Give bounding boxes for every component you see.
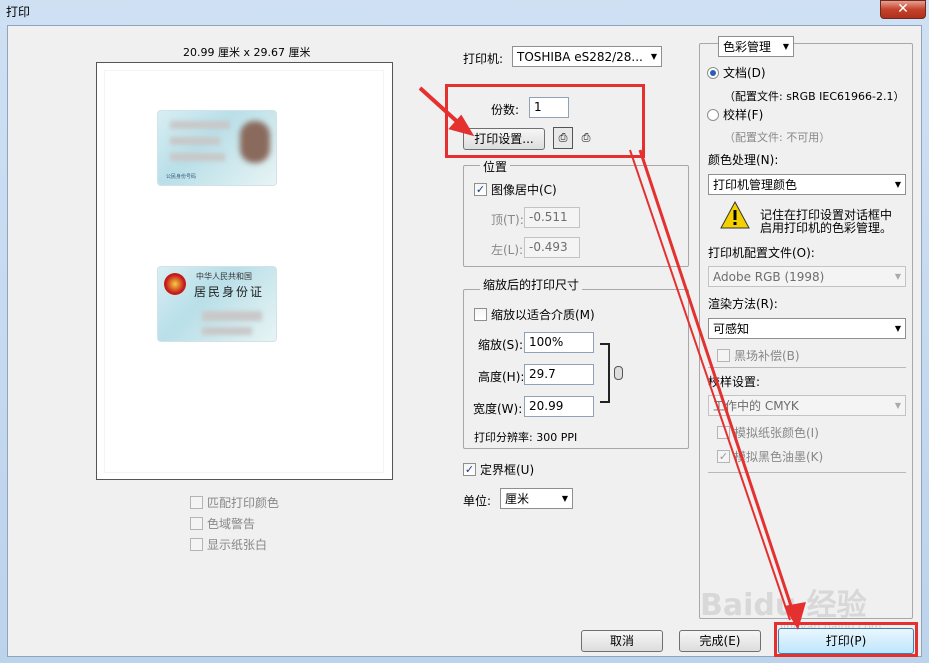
annotation-arrows <box>418 86 806 630</box>
arrow-to-print-button <box>629 149 806 630</box>
arrow-to-print-settings <box>418 86 475 137</box>
